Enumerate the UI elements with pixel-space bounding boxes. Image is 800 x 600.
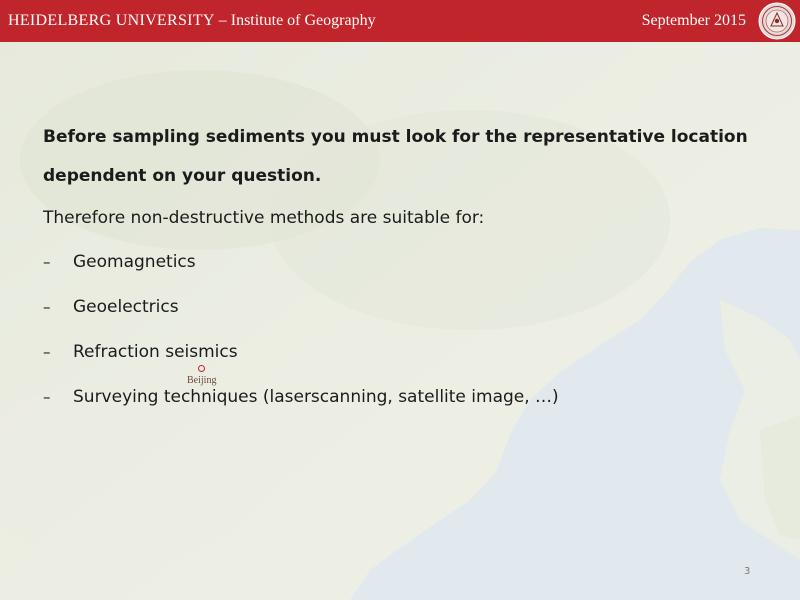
lead-statement: Before sampling sediments you must look …	[43, 127, 748, 186]
list-item-text: Geomagnetics	[73, 252, 196, 272]
bullet-dash: –	[43, 388, 51, 406]
bullet-dash: –	[43, 298, 51, 316]
university-seal-icon	[758, 2, 796, 40]
bullet-dash: –	[43, 343, 51, 361]
header-date: September 2015	[641, 12, 746, 29]
list-item: – Geoelectrics	[43, 289, 763, 334]
header-bar: HEIDELBERG UNIVERSITY – Institute of Geo…	[0, 0, 800, 42]
list-item-text: Refraction seismics	[73, 342, 238, 362]
list-item-text: Geoelectrics	[73, 297, 179, 317]
institute-name: – Institute of Geography	[214, 12, 376, 29]
list-item-text: Surveying techniques (laserscanning, sat…	[73, 387, 559, 407]
header-title: HEIDELBERG UNIVERSITY – Institute of Geo…	[8, 12, 376, 30]
city-label: Beijing	[187, 375, 217, 386]
list-item: – Refraction seismics	[43, 334, 763, 379]
city-marker-icon	[198, 365, 205, 372]
slide-body: Before sampling sediments you must look …	[43, 118, 763, 424]
slide: HEIDELBERG UNIVERSITY – Institute of Geo…	[0, 0, 800, 600]
intro-text: Therefore non-destructive methods are su…	[43, 208, 485, 228]
methods-list: – Geomagnetics – Geoelectrics – Refraction …	[43, 244, 763, 424]
bullet-dash: –	[43, 253, 51, 271]
list-item: – Surveying techniques (laserscanning, sa…	[43, 379, 763, 424]
page-number: 3	[744, 566, 751, 577]
list-item: – Geomagnetics	[43, 244, 763, 289]
university-name: HEIDELBERG UNIVERSITY	[8, 12, 215, 29]
